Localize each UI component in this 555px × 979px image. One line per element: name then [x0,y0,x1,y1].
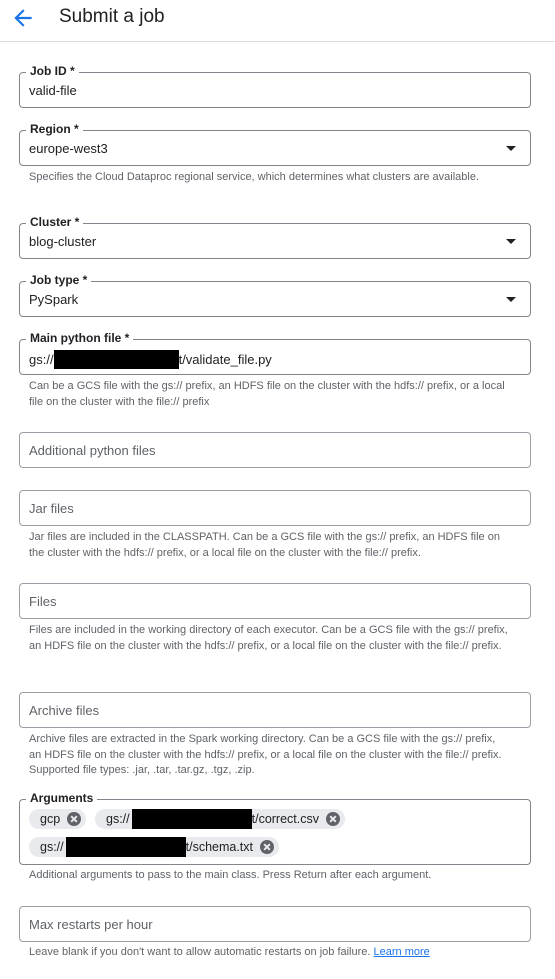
jar-files-hint: Jar files are included in the CLASSPATH.… [29,531,500,559]
max-restarts-placeholder: Max restarts per hour [29,917,153,932]
files-placeholder: Files [29,594,57,609]
region-value: europe-west3 [29,141,108,156]
main-python-file-hint: Can be a GCS file with the gs:// prefix,… [29,380,505,408]
jar-files-placeholder: Jar files [29,501,74,516]
job-type-select[interactable]: Job type * PySpark [19,273,531,317]
max-restarts-hint: Leave blank if you don't want to allow a… [29,946,430,958]
additional-python-files-input[interactable]: Additional python files [19,432,531,468]
redaction [65,837,186,857]
main-python-file-value: gs://t/validate_file.py [29,350,272,369]
argument-chip[interactable]: gs://t/schema.txt [29,837,280,857]
page-title: Submit a job [59,6,165,27]
region-select[interactable]: Region * europe-west3 [19,122,531,166]
remove-chip-icon[interactable] [326,812,340,826]
page-header: Submit a job [0,0,555,42]
files-hint: Files are included in the working direct… [29,624,508,652]
arguments-hint: Additional arguments to pass to the main… [29,869,432,881]
remove-chip-icon[interactable] [67,812,82,826]
arguments-chip-input[interactable]: Arguments gcp gs://t/correct.csv gs://t/… [19,791,531,865]
archive-files-placeholder: Archive files [29,703,100,718]
dropdown-arrow-icon [506,239,516,244]
max-restarts-input[interactable]: Max restarts per hour [19,906,531,942]
region-label: Region * [26,122,83,136]
main-python-file-label: Main python file * [26,331,134,345]
job-id-value: valid-file [29,83,77,98]
arrow-back-icon [14,9,32,27]
argument-chip[interactable]: gs://t/correct.csv [95,809,345,829]
job-type-value: PySpark [29,292,79,307]
cluster-value: blog-cluster [29,234,97,249]
archive-files-input[interactable]: Archive files [19,692,531,728]
additional-python-files-placeholder: Additional python files [29,443,156,458]
redaction [131,809,252,829]
back-button[interactable] [10,5,36,31]
remove-chip-icon[interactable] [260,840,275,854]
dropdown-arrow-icon [506,146,516,151]
files-input[interactable]: Files [19,583,531,619]
cluster-select[interactable]: Cluster * blog-cluster [19,215,531,259]
archive-files-hint: Archive files are extracted in the Spark… [29,733,502,776]
cluster-label: Cluster * [26,215,84,229]
arguments-label: Arguments [26,791,98,805]
main-python-file-field[interactable]: Main python file * gs://t/validate_file.… [19,331,531,375]
redaction [53,350,179,369]
job-id-field[interactable]: Job ID * valid-file [19,64,531,108]
dropdown-arrow-icon [506,297,516,302]
jar-files-input[interactable]: Jar files [19,490,531,526]
job-id-label: Job ID * [26,64,79,78]
argument-chip[interactable]: gcp [29,809,87,829]
learn-more-link[interactable]: Learn more [374,946,430,958]
region-hint: Specifies the Cloud Dataproc regional se… [29,171,480,183]
job-type-label: Job type * [26,273,92,287]
